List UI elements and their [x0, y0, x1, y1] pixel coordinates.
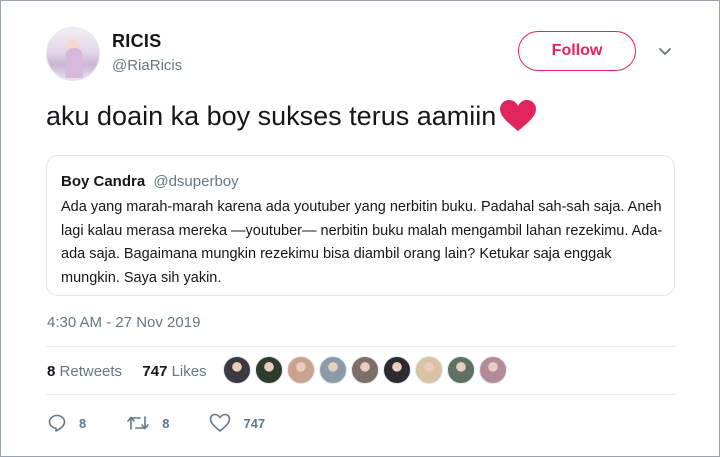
liker-avatar[interactable] — [319, 356, 347, 384]
retweets-stat[interactable]: 8 Retweets — [47, 363, 122, 380]
avatar-figure — [65, 48, 83, 78]
reply-icon — [48, 414, 66, 432]
likes-stat[interactable]: 747 Likes — [142, 363, 206, 380]
author-avatar[interactable] — [46, 27, 100, 81]
quoted-tweet-text: Ada yang marah-marah karena ada youtuber… — [61, 199, 663, 286]
liker-avatar[interactable] — [287, 356, 315, 384]
liker-avatar[interactable] — [351, 356, 379, 384]
quoted-tweet-header: Boy Candra @dsuperboy — [61, 173, 239, 190]
retweets-label: Retweets — [59, 363, 123, 380]
liker-avatar[interactable] — [383, 356, 411, 384]
divider-top — [46, 346, 675, 347]
quoted-tweet[interactable]: Boy Candra @dsuperboy Ada yang marah-mar… — [46, 155, 675, 296]
liker-avatar[interactable] — [479, 356, 507, 384]
liker-avatar[interactable] — [447, 356, 475, 384]
likes-count: 747 — [142, 363, 168, 380]
author-name[interactable]: RICIS — [112, 31, 162, 52]
like-count: 747 — [243, 415, 266, 431]
author-handle[interactable]: @RiaRicis — [112, 57, 182, 74]
action-bar: 8 8 747 — [47, 413, 305, 433]
follow-button[interactable]: Follow — [518, 31, 636, 71]
liker-avatar[interactable] — [415, 356, 443, 384]
tweet-card: RICIS @RiaRicis Follow aku doain ka boy … — [0, 0, 720, 457]
retweet-action[interactable]: 8 — [126, 413, 169, 433]
tweet-timestamp[interactable]: 4:30 AM - 27 Nov 2019 — [47, 314, 200, 331]
red-heart-emoji-icon — [500, 100, 537, 131]
quoted-author-handle: @dsuperboy — [153, 173, 239, 190]
likers-avatars — [223, 356, 511, 384]
liker-avatar[interactable] — [255, 356, 283, 384]
like-action[interactable]: 747 — [209, 413, 265, 433]
retweet-count: 8 — [162, 415, 170, 431]
retweets-count: 8 — [47, 363, 56, 380]
engagement-stats: 8 Retweets 747 Likes — [47, 363, 207, 380]
reply-count: 8 — [79, 415, 87, 431]
chevron-down-icon[interactable] — [657, 43, 673, 59]
divider-bottom — [46, 394, 675, 395]
likes-label: Likes — [171, 363, 207, 380]
retweet-icon — [127, 416, 150, 430]
heart-outline-icon — [210, 413, 231, 432]
tweet-text: aku doain ka boy sukses terus aamiin — [46, 100, 497, 131]
liker-avatar[interactable] — [223, 356, 251, 384]
quoted-author-name: Boy Candra — [61, 173, 146, 190]
tweet-text-row: aku doain ka boy sukses terus aamiin — [46, 99, 538, 133]
reply-action[interactable]: 8 — [47, 413, 86, 433]
